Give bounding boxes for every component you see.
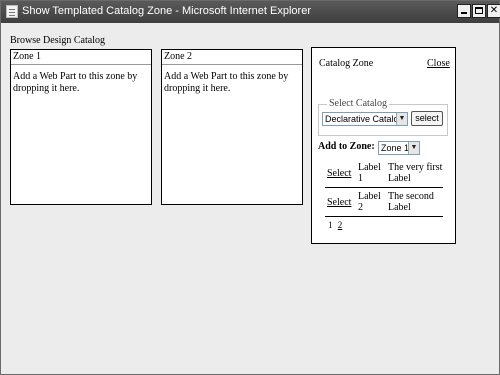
chevron-down-icon[interactable]: ▼: [396, 113, 407, 125]
chevron-down-icon[interactable]: ▼: [408, 142, 419, 154]
close-window-button[interactable]: ✕: [487, 4, 500, 18]
zone-header: Zone 1: [11, 50, 151, 65]
select-part-link[interactable]: Select: [327, 197, 351, 208]
web-part-zone-2[interactable]: Zone 2 Add a Web Part to this zone by dr…: [161, 49, 303, 205]
browser-window: Show Templated Catalog Zone - Microsoft …: [0, 0, 500, 375]
select-part-link[interactable]: Select: [327, 168, 351, 179]
select-catalog-button[interactable]: select: [411, 111, 443, 126]
pager: 1 2: [328, 220, 342, 230]
add-to-zone-label: Add to Zone:: [318, 141, 375, 152]
title-bar[interactable]: Show Templated Catalog Zone - Microsoft …: [1, 1, 500, 23]
select-catalog-group: Select Catalog Declarative Catalog ▼ sel…: [318, 98, 448, 136]
catalog-dropdown-value: Declarative Catalog: [325, 114, 404, 124]
catalog-zone-title: Catalog Zone: [319, 58, 374, 69]
catalog-close-link[interactable]: Close: [427, 58, 450, 69]
pager-current-page: 1: [328, 220, 333, 230]
minimize-button[interactable]: [457, 4, 471, 18]
part-label: Label 2: [358, 191, 381, 213]
zone-dropdown-value: Zone 1: [381, 143, 410, 153]
web-part-zone-1[interactable]: Zone 1 Add a Web Part to this zone by dr…: [10, 49, 152, 205]
select-catalog-legend: Select Catalog: [327, 98, 390, 109]
zone-header: Zone 2: [162, 50, 302, 65]
zone-empty-text: Add a Web Part to this zone by dropping …: [13, 71, 138, 94]
zone-empty-text: Add a Web Part to this zone by dropping …: [164, 71, 289, 94]
ie-page-icon: [6, 5, 18, 18]
page-content: Browse Design Catalog Zone 1 Add a Web P…: [1, 23, 499, 374]
catalog-zone: Catalog Zone Close Select Catalog Declar…: [311, 47, 456, 244]
maximize-button[interactable]: [472, 4, 486, 18]
part-label: Label 1: [358, 162, 381, 184]
browse-mode-label: Browse Design Catalog: [10, 35, 105, 46]
web-part-list: Select Label 1 The very first Label Sele…: [325, 160, 443, 217]
zone-dropdown[interactable]: Zone 1 ▼: [378, 141, 420, 155]
part-description: The very first Label: [388, 162, 443, 184]
part-description: The second Label: [388, 191, 434, 213]
pager-page-2-link[interactable]: 2: [338, 220, 343, 230]
web-part-row: Select Label 1 The very first Label: [325, 160, 443, 188]
web-part-row: Select Label 2 The second Label: [325, 189, 443, 217]
catalog-dropdown[interactable]: Declarative Catalog ▼: [322, 112, 408, 126]
window-title: Show Templated Catalog Zone - Microsoft …: [22, 5, 311, 17]
